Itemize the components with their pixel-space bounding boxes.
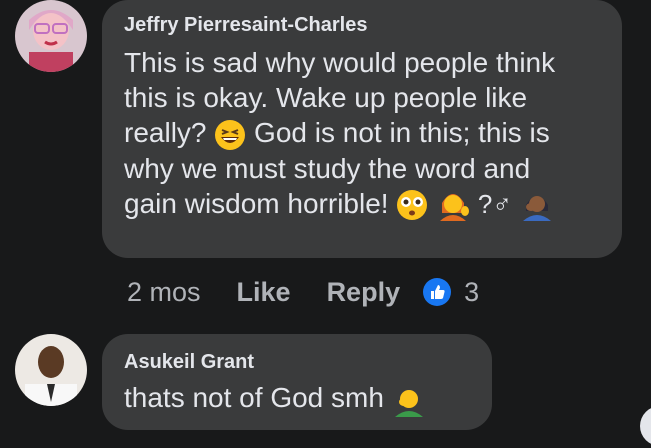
avatar-jeffry[interactable] xyxy=(15,0,87,72)
comment-text: This is sad why would people think this … xyxy=(124,45,614,222)
comment-bubble: Asukeil Grant thats not of God smh xyxy=(102,334,492,430)
comment-bubble: Jeffry Pierresaint-Charles This is sad w… xyxy=(102,0,622,258)
comment-line: this is okay. Wake up people like xyxy=(124,82,528,113)
comment-author[interactable]: Asukeil Grant xyxy=(124,351,254,374)
flushed-face-emoji xyxy=(397,190,428,221)
comment-line: This is sad why would people think xyxy=(124,47,556,78)
man-facepalming-emoji xyxy=(394,389,423,417)
comment-line-part: gain wisdom horrible! xyxy=(124,187,389,219)
avatar-asukeil[interactable] xyxy=(15,334,87,406)
woman-tipping-hand-emoji xyxy=(440,194,470,222)
comment-line-3: really? God is not in this; this is xyxy=(124,115,614,151)
person-facepalming-emoji xyxy=(522,196,551,222)
comment-author[interactable]: Jeffry Pierresaint-Charles xyxy=(124,14,367,37)
comment-line-part: thats not of God smh xyxy=(124,382,384,413)
like-reaction-icon[interactable] xyxy=(422,277,452,307)
reaction-count[interactable]: 3 xyxy=(464,277,479,308)
reply-button[interactable]: Reply xyxy=(327,277,401,308)
grinning-squint-emoji xyxy=(215,119,246,150)
comment-line-6: gain wisdom horrible! ?♂ xyxy=(124,186,614,222)
unknown-glyph: ?♂ xyxy=(477,188,512,219)
comment-line: why we must study the word and xyxy=(124,152,531,184)
like-button[interactable]: Like xyxy=(237,277,291,308)
comment-text: thats not of God smh xyxy=(124,380,426,417)
comment-line-part: God is not in this; this is xyxy=(254,117,550,148)
comment-actions: 2 mos Like Reply 3 xyxy=(127,277,479,307)
scroll-indicator xyxy=(640,406,651,446)
comment-line-part: really? xyxy=(124,117,207,148)
comment-time[interactable]: 2 mos xyxy=(127,277,201,308)
